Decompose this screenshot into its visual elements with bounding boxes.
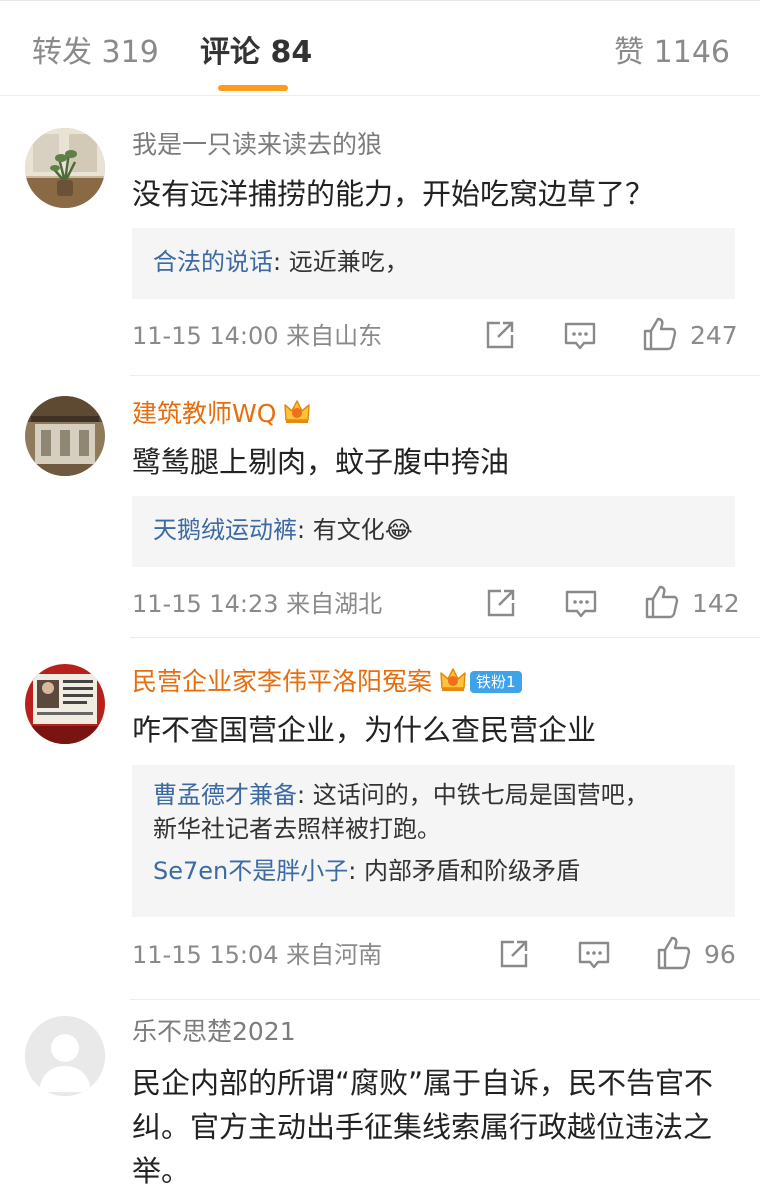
reply-text: : 内部矛盾和阶级矛盾 <box>348 857 580 885</box>
reply-username[interactable]: 曹孟德才兼备 <box>153 781 297 809</box>
comment-text: 民企内部的所谓“腐败”属于自诉，民不告官不纠。官方主动出手征集线索属行政越位违法… <box>132 1066 714 1188</box>
username-text[interactable]: 民营企业家李伟平洛阳冤案 <box>132 667 432 696</box>
reply-text: : 远近兼吃， <box>273 248 409 276</box>
thumbs-up-icon[interactable] <box>642 316 678 352</box>
reply-text: : 有文化😂 <box>297 516 413 544</box>
comment-time-source: 11-15 14:00 来自山东 <box>132 322 383 350</box>
comment-time-source: 11-15 15:04 来自河南 <box>132 941 383 969</box>
comment-time-source: 11-15 14:23 来自湖北 <box>132 590 383 618</box>
crown-icon <box>438 664 468 703</box>
like-count: 96 <box>704 940 736 969</box>
comment-text: 鹭鸶腿上剔肉，蚊子腹中挎油 <box>132 445 510 479</box>
comment-icon[interactable] <box>577 937 611 971</box>
tab-bar: 转发 319 评论 84 赞 1146 <box>0 0 760 96</box>
reply-item: 曹孟德才兼备: 这话问的，中铁七局是国营吧，新华社记者去照样被打跑。 <box>153 778 655 846</box>
reply-box[interactable]: 合法的说话: 远近兼吃， <box>132 228 735 299</box>
reply-username[interactable]: 合法的说话 <box>153 248 273 276</box>
comment-username[interactable]: 我是一只读来读去的狼 <box>132 128 382 162</box>
thumbs-up-icon[interactable] <box>656 935 692 971</box>
username-text[interactable]: 建筑教师WQ <box>132 399 276 428</box>
crown-icon <box>282 396 312 435</box>
comment-item: 我是一只读来读去的狼 没有远洋捕捞的能力，开始吃窝边草了？ 合法的说话: 远近兼… <box>0 96 760 376</box>
fan-badge: 铁粉1 <box>470 671 522 693</box>
comment-item: 建筑教师WQ 鹭鸶腿上剔肉，蚊子腹中挎油 天鹅绒运动裤: 有文化😂 11-15 … <box>0 376 760 638</box>
comment-username[interactable]: 民营企业家李伟平洛阳冤案 铁粉1 <box>132 664 522 703</box>
reply-item: 合法的说话: 远近兼吃， <box>153 244 715 280</box>
comment-item: 乐不思楚2021 民企内部的所谓“腐败”属于自诉，民不告官不纠。官方主动出手征集… <box>0 1000 760 1200</box>
avatar[interactable] <box>25 396 105 476</box>
tab-comment[interactable]: 评论 84 <box>200 33 312 73</box>
comment-text: 咋不查国营企业，为什么查民营企业 <box>132 713 597 747</box>
avatar[interactable] <box>25 128 105 208</box>
reply-username[interactable]: Se7en不是胖小子 <box>153 857 348 885</box>
avatar[interactable] <box>25 1016 105 1096</box>
reply-box[interactable]: 天鹅绒运动裤: 有文化😂 <box>132 496 735 567</box>
like-count: 247 <box>690 321 738 350</box>
share-icon[interactable] <box>497 937 531 971</box>
share-icon[interactable] <box>483 318 517 352</box>
comment-username[interactable]: 建筑教师WQ <box>132 396 312 435</box>
thumbs-up-icon[interactable] <box>644 584 680 620</box>
comment-username[interactable]: 乐不思楚2021 <box>132 1015 296 1049</box>
avatar[interactable] <box>25 664 105 744</box>
comment-icon[interactable] <box>563 318 597 352</box>
like-count: 142 <box>692 589 740 618</box>
reply-box[interactable]: 曹孟德才兼备: 这话问的，中铁七局是国营吧，新华社记者去照样被打跑。 Se7en… <box>132 765 735 917</box>
reply-item: 天鹅绒运动裤: 有文化😂 <box>153 512 715 548</box>
tab-like[interactable]: 赞 1146 <box>614 33 730 73</box>
comment-icon[interactable] <box>564 586 598 620</box>
share-icon[interactable] <box>484 586 518 620</box>
reply-username[interactable]: 天鹅绒运动裤 <box>153 516 297 544</box>
tab-forward[interactable]: 转发 319 <box>32 33 159 73</box>
comment-text: 没有远洋捕捞的能力，开始吃窝边草了？ <box>132 177 655 211</box>
active-tab-indicator <box>218 85 288 91</box>
reply-item: Se7en不是胖小子: 内部矛盾和阶级矛盾 <box>153 854 655 888</box>
comment-item: 民营企业家李伟平洛阳冤案 铁粉1 咋不查国营企业，为什么查民营企业 曹孟德才兼备:… <box>0 638 760 1000</box>
